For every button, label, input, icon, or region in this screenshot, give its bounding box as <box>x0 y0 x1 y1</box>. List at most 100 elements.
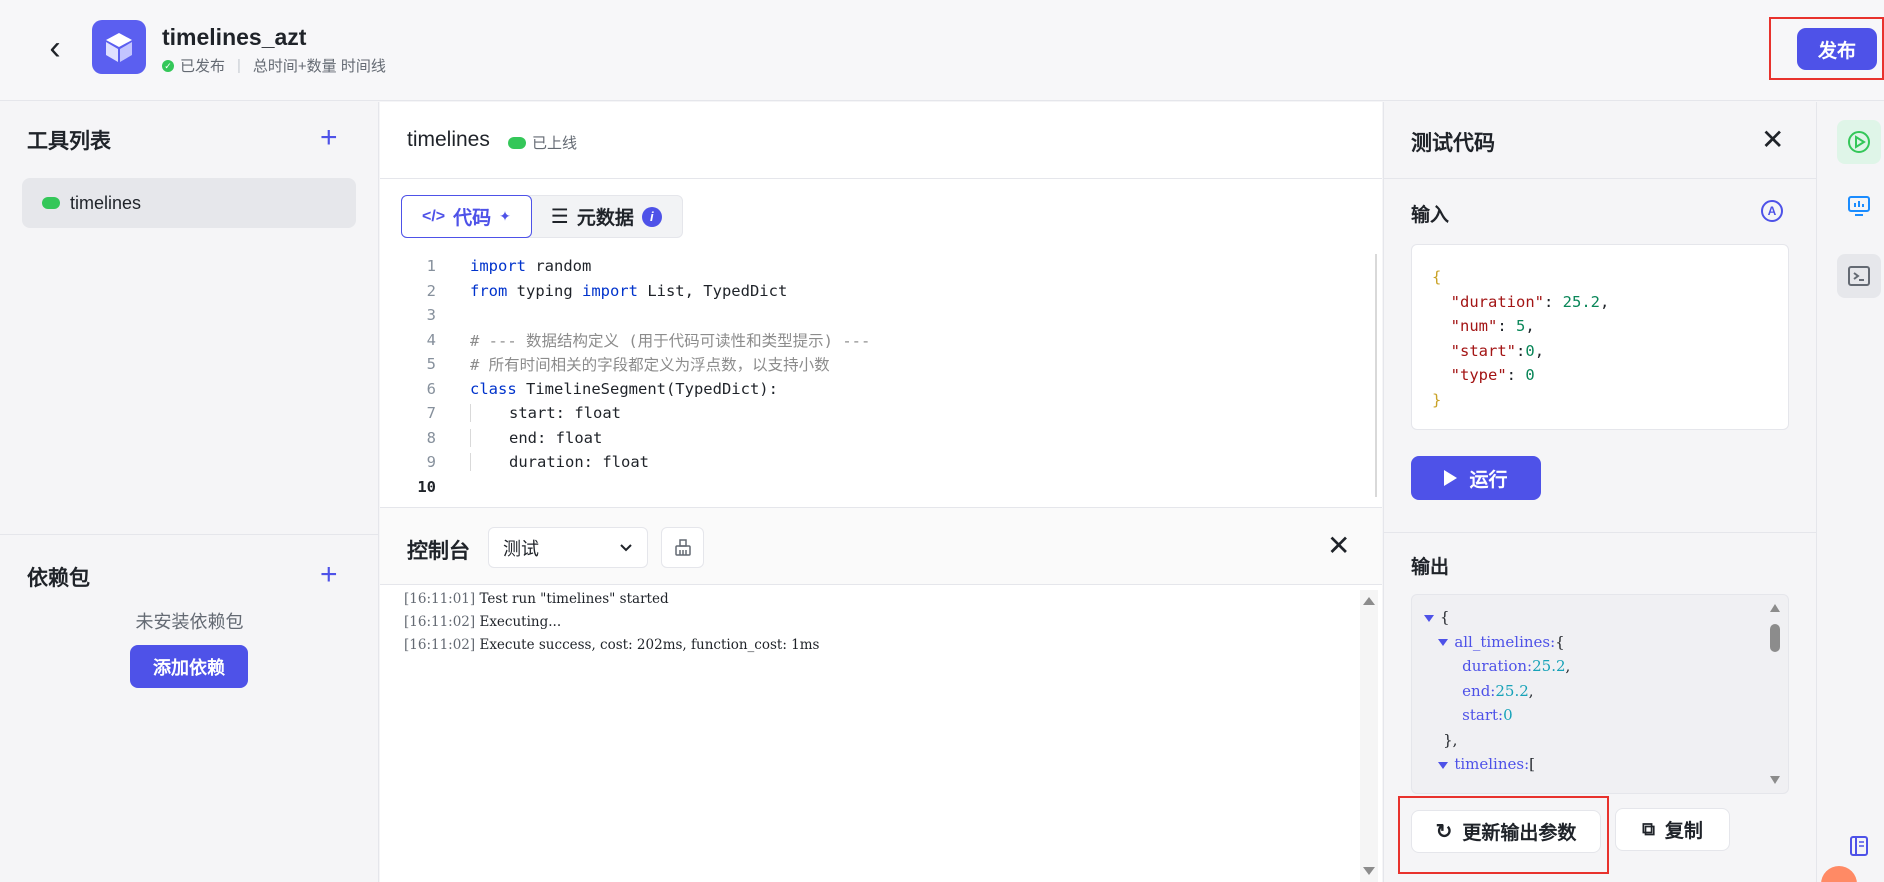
tool-item-label: timelines <box>70 192 142 213</box>
docs-rail-button[interactable] <box>1837 824 1881 868</box>
chevron-down-icon <box>620 543 632 551</box>
scroll-up-icon[interactable] <box>1360 594 1378 608</box>
log-line: [16:11:01] Test run "timelines" started <box>404 591 669 607</box>
right-rail <box>1816 102 1884 882</box>
clear-console-button[interactable] <box>661 527 704 568</box>
code-line: 1 import random <box>380 254 1375 279</box>
code-brackets-icon: </> <box>422 207 446 225</box>
code-text: class TimelineSegment(TypedDict): <box>470 379 778 398</box>
input-label: 输入 <box>1411 205 1450 226</box>
test-panel: 测试代码 ✕ 输入 A { "duration": 25.2, "num": 5… <box>1383 102 1816 882</box>
output-label: 输出 <box>1411 557 1450 578</box>
input-json-editor[interactable]: { "duration": 25.2, "num": 5, "start":0,… <box>1411 244 1789 430</box>
code-comment: # 所有时间相关的字段都定义为浮点数，以支持小数 <box>470 356 830 375</box>
deps-empty-text: 未安装依赖包 <box>135 612 244 632</box>
code-line: 2 from typing import List, TypedDict <box>380 279 1375 304</box>
scroll-up-icon[interactable] <box>1768 602 1782 614</box>
left-sidebar: 工具列表 + timelines 依赖包 + 未安装依赖包 添加依赖 <box>0 102 379 882</box>
tab-code-label: 代码 <box>453 208 492 229</box>
code-editor[interactable]: 1 import random 2 from typing import Lis… <box>380 254 1375 500</box>
app-name: timelines_azt <box>162 24 307 50</box>
play-circle-icon <box>1848 131 1870 153</box>
log-line: [16:11:02] Executing... <box>404 614 562 630</box>
play-icon <box>1444 470 1458 486</box>
sparkle-icon: ✦ <box>499 208 511 224</box>
add-dep-plus-icon[interactable]: + <box>320 560 338 590</box>
divider: | <box>237 57 241 74</box>
terminal-rail-button[interactable] <box>1837 254 1881 298</box>
assistant-avatar[interactable] <box>1821 866 1857 882</box>
run-button[interactable]: 运行 <box>1411 456 1541 500</box>
tab-metadata[interactable]: ☰ 元数据 i <box>531 196 682 237</box>
terminal-icon <box>1848 266 1870 286</box>
console-scrollbar[interactable] <box>1360 590 1378 882</box>
collapse-triangle-icon[interactable] <box>1438 761 1449 769</box>
line-number: 10 <box>417 477 436 496</box>
file-name: timelines <box>407 128 490 151</box>
scroll-down-icon[interactable] <box>1768 774 1782 786</box>
collapse-triangle-icon[interactable] <box>1424 614 1434 622</box>
editor-panel: timelines 已上线 </> 代码 ✦ ☰ 元数据 i 1 import … <box>380 102 1382 882</box>
info-icon[interactable]: i <box>641 206 662 227</box>
line-number: 3 <box>426 306 436 325</box>
scroll-thumb[interactable] <box>1770 624 1780 652</box>
close-console-icon[interactable]: ✕ <box>1327 532 1350 560</box>
code-line: 7 start: float <box>380 401 1375 426</box>
auto-generate-icon[interactable]: A <box>1761 200 1783 222</box>
file-status-label: 已上线 <box>532 135 578 152</box>
test-panel-header: 测试代码 ✕ <box>1384 102 1816 179</box>
add-dependency-button[interactable]: 添加依赖 <box>130 645 248 688</box>
back-arrow-icon[interactable]: ‹ <box>40 30 70 66</box>
file-status: 已上线 <box>508 132 577 153</box>
refresh-icon: ↻ <box>1435 821 1453 843</box>
line-number: 7 <box>426 404 436 423</box>
brush-icon <box>674 538 691 556</box>
tools-title: 工具列表 <box>27 130 111 153</box>
file-header: timelines 已上线 <box>380 102 1382 179</box>
panel-divider <box>1384 532 1816 533</box>
close-test-panel-icon[interactable]: ✕ <box>1761 126 1784 154</box>
cloud-online-icon <box>508 136 526 149</box>
code-line: 10 <box>380 475 1375 500</box>
add-tool-plus-icon[interactable]: + <box>320 123 338 153</box>
collapse-triangle-icon[interactable] <box>1438 639 1449 646</box>
output-json-viewer: { all_timelines:{ duration:25.2, end:25.… <box>1411 594 1789 794</box>
line-number: 8 <box>426 428 436 447</box>
console-log: [16:11:01] Test run "timelines" started … <box>404 588 819 657</box>
test-panel-title: 测试代码 <box>1411 132 1495 155</box>
run-test-rail-button[interactable] <box>1837 120 1881 164</box>
app-subtitle: ✓ 已发布 | 总时间+数量 时间线 <box>162 55 386 76</box>
log-line: [16:11:02] Execute success, cost: 202ms,… <box>404 637 820 653</box>
console-mode-select[interactable]: 测试 <box>488 527 648 568</box>
update-highlight-box: ↻ 更新输出参数 <box>1398 796 1609 874</box>
console-header: 控制台 测试 ✕ <box>380 507 1382 585</box>
code-line: 8 end: float <box>380 426 1375 451</box>
publish-highlight-box: 发布 <box>1769 17 1884 80</box>
update-output-params-button[interactable]: ↻ 更新输出参数 <box>1411 810 1601 853</box>
code-text: from typing import List, TypedDict <box>470 281 788 300</box>
code-text: duration: float <box>436 453 649 472</box>
book-icon <box>1850 836 1868 856</box>
scroll-down-icon[interactable] <box>1360 864 1378 878</box>
monitor-rail-button[interactable] <box>1837 184 1881 228</box>
line-number: 1 <box>426 257 436 276</box>
code-text: start: float <box>436 404 621 423</box>
tab-code[interactable]: </> 代码 ✦ <box>401 195 532 238</box>
published-check-icon: ✓ <box>162 59 174 72</box>
code-text: import random <box>470 257 592 276</box>
code-line: 4 # --- 数据结构定义 (用于代码可读性和类型提示) --- <box>380 328 1375 353</box>
publish-button[interactable]: 发布 <box>1797 28 1877 70</box>
tab-metadata-label: 元数据 <box>576 208 634 229</box>
cloud-online-icon <box>42 197 60 209</box>
line-number: 2 <box>426 281 436 300</box>
code-line: 9 duration: float <box>380 450 1375 475</box>
select-value: 测试 <box>503 538 539 559</box>
output-scrollbar[interactable] <box>1768 602 1782 786</box>
code-text: end: float <box>436 428 603 447</box>
tool-item-timelines[interactable]: timelines <box>22 178 356 228</box>
sidebar-divider <box>0 534 379 535</box>
editor-scrollbar[interactable] <box>1375 254 1377 497</box>
deps-title: 依赖包 <box>27 567 90 590</box>
copy-button[interactable]: ⧉ 复制 <box>1615 808 1730 851</box>
code-line: 6 class TimelineSegment(TypedDict): <box>380 377 1375 402</box>
